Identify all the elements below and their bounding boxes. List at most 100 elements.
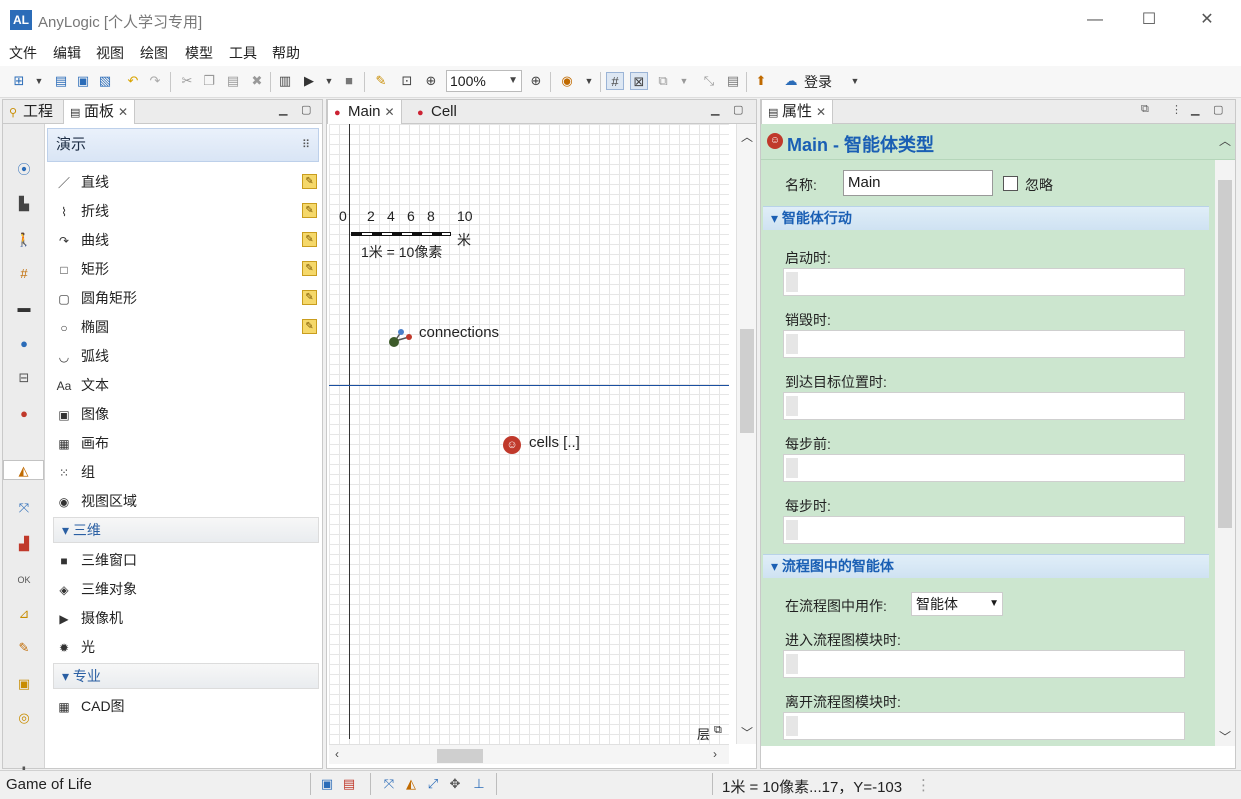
- menu-help[interactable]: 帮助: [272, 43, 300, 63]
- build-icon[interactable]: ▥: [276, 72, 294, 90]
- origin-icon[interactable]: ⊥: [470, 775, 488, 793]
- move-icon[interactable]: ✥: [446, 775, 464, 793]
- scroll-thumb[interactable]: [740, 329, 754, 433]
- tab-palette[interactable]: ▤ 面板 ✕: [63, 100, 136, 124]
- chevron-down-icon[interactable]: ﹀: [1219, 728, 1231, 745]
- maximize-panel-icon[interactable]: ▢: [1213, 103, 1223, 116]
- use-in-flowchart-select[interactable]: 智能体 ▼: [911, 592, 1003, 616]
- palette-item-3d-window[interactable]: ■ 三维窗口: [55, 549, 317, 571]
- palette-item-canvas[interactable]: ▦ 画布: [55, 432, 317, 454]
- grid-view-icon[interactable]: ⠿: [302, 129, 310, 161]
- palette-item-polyline[interactable]: ⌇ 折线 ✎: [55, 200, 317, 222]
- connectivity-icon[interactable]: ⊿: [14, 604, 34, 624]
- layers-icon[interactable]: ▤: [724, 72, 742, 90]
- debug-icon[interactable]: ✎: [372, 72, 390, 90]
- palette-item-cad[interactable]: ▦ CAD图: [55, 695, 317, 717]
- connector-icon[interactable]: ⤢: [424, 775, 442, 793]
- marketplace-icon[interactable]: ◎: [14, 708, 34, 728]
- console-icon[interactable]: ▣: [318, 775, 336, 793]
- palette-item-text[interactable]: Aa 文本: [55, 374, 317, 396]
- scroll-thumb[interactable]: [1218, 180, 1232, 528]
- open-icon[interactable]: ▤: [52, 72, 70, 90]
- stop-icon[interactable]: ■: [340, 72, 358, 90]
- chevron-up-icon[interactable]: ︿: [741, 128, 753, 145]
- pencil-mode-icon[interactable]: ✎: [302, 261, 317, 276]
- connections-icon[interactable]: [387, 328, 417, 348]
- cut-icon[interactable]: ✂: [178, 72, 196, 90]
- run-icon[interactable]: ▶: [300, 72, 318, 90]
- on-step-field[interactable]: [783, 516, 1185, 544]
- controls-icon[interactable]: OK: [14, 570, 34, 590]
- chevron-right-icon[interactable]: ›: [713, 747, 717, 761]
- save-icon[interactable]: ▣: [74, 72, 92, 90]
- pencil-mode-icon[interactable]: ✎: [302, 319, 317, 334]
- menu-edit[interactable]: 编辑: [53, 43, 81, 63]
- menu-tools[interactable]: 工具: [229, 43, 257, 63]
- run-dropdown-icon[interactable]: ▼: [320, 72, 338, 90]
- maximize-panel-icon[interactable]: ▢: [733, 103, 743, 116]
- analysis-icon[interactable]: ▟: [14, 534, 34, 554]
- rail-icon[interactable]: #: [14, 264, 34, 284]
- graphical-editor-canvas[interactable]: 0 2 4 6 8 10 米 1米 = 10像素 connections ☺ c…: [329, 124, 729, 744]
- menu-file[interactable]: 文件: [9, 43, 37, 63]
- problems-icon[interactable]: ▤: [340, 775, 358, 793]
- close-icon[interactable]: ✕: [385, 105, 395, 119]
- pencil-mode-icon[interactable]: ✎: [302, 232, 317, 247]
- palette-item-arc[interactable]: ◡ 弧线: [55, 345, 317, 367]
- properties-vertical-scrollbar[interactable]: [1215, 160, 1235, 746]
- on-exit-block-field[interactable]: [783, 712, 1185, 740]
- vertical-scrollbar[interactable]: ︿ ﹀: [736, 124, 756, 744]
- view-area-icon[interactable]: ◉: [558, 72, 576, 90]
- pedestrian-icon[interactable]: 🚶: [14, 230, 34, 250]
- zoom-fit-icon[interactable]: ⊡: [398, 72, 416, 90]
- 3d-objects-icon[interactable]: ▣: [14, 674, 34, 694]
- save-all-icon[interactable]: ▧: [96, 72, 114, 90]
- palette-item-group[interactable]: ⁙ 组: [55, 461, 317, 483]
- system-dynamics-icon[interactable]: ⊟: [14, 368, 34, 388]
- scroll-thumb[interactable]: [437, 749, 483, 763]
- tab-properties[interactable]: ▤ 属性 ✕: [761, 100, 834, 124]
- redo-icon[interactable]: ↷: [146, 72, 164, 90]
- process-icon[interactable]: ⦿: [14, 160, 34, 180]
- ignore-checkbox[interactable]: [1003, 176, 1018, 191]
- fluid-icon[interactable]: ●: [14, 334, 34, 354]
- zoom-level-select[interactable]: 100% ▼: [446, 70, 522, 92]
- new-dropdown-icon[interactable]: ▼: [30, 72, 48, 90]
- close-icon[interactable]: ✕: [816, 105, 826, 119]
- palette-item-image[interactable]: ▣ 图像: [55, 403, 317, 425]
- zoom-in-icon[interactable]: ⊕: [527, 72, 545, 90]
- tab-cell[interactable]: ● Cell: [411, 100, 463, 124]
- palette-item-view-area[interactable]: ◉ 视图区域: [55, 490, 317, 512]
- palette-item-oval[interactable]: ○ 椭圆 ✎: [55, 316, 317, 338]
- pencil-mode-icon[interactable]: ✎: [302, 290, 317, 305]
- section-flowchart-agent[interactable]: ▾ 流程图中的智能体: [763, 554, 1209, 578]
- agent-icon[interactable]: ●: [14, 404, 34, 424]
- minimize-panel-icon[interactable]: ▁: [279, 103, 287, 116]
- pictures-icon[interactable]: ✎: [14, 638, 34, 658]
- grid-icon[interactable]: #: [606, 72, 624, 90]
- on-enter-block-field[interactable]: [783, 650, 1185, 678]
- cells-label[interactable]: cells [..]: [529, 434, 580, 451]
- palette-section-pro[interactable]: ▾ 专业: [53, 663, 319, 689]
- palette-item-rectangle[interactable]: □ 矩形 ✎: [55, 258, 317, 280]
- copy-icon[interactable]: ❐: [200, 72, 218, 90]
- horizontal-scrollbar[interactable]: ‹ ›: [329, 744, 729, 764]
- presentation-icon[interactable]: ◭: [3, 460, 44, 480]
- presentation-icon[interactable]: ◭: [402, 775, 420, 793]
- factory-icon[interactable]: ▙: [14, 194, 34, 214]
- close-button[interactable]: ✕: [1192, 8, 1222, 32]
- menu-draw[interactable]: 绘图: [140, 43, 168, 63]
- maximize-panel-icon[interactable]: ▢: [301, 103, 311, 116]
- palette-section-3d[interactable]: ▾ 三维: [53, 517, 319, 543]
- login-dropdown-icon[interactable]: ▼: [846, 72, 864, 90]
- login-button[interactable]: 登录: [804, 72, 832, 92]
- on-before-step-field[interactable]: [783, 454, 1185, 482]
- layers-label[interactable]: 层: [697, 724, 710, 743]
- on-arrival-field[interactable]: [783, 392, 1185, 420]
- pencil-mode-icon[interactable]: ✎: [302, 203, 317, 218]
- undo-icon[interactable]: ↶: [124, 72, 142, 90]
- view-area-dropdown-icon[interactable]: ▼: [580, 72, 598, 90]
- tab-main[interactable]: ● Main ✕: [327, 100, 402, 124]
- paste-icon[interactable]: ▤: [224, 72, 242, 90]
- cells-agent-icon[interactable]: ☺: [503, 436, 521, 454]
